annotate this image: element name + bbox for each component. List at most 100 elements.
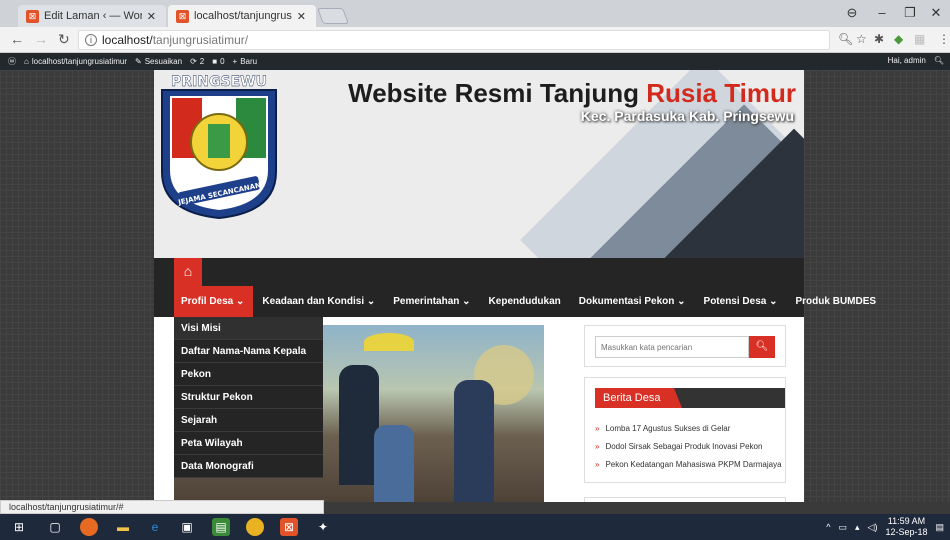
bookmark-star-icon[interactable]: ☆ (856, 32, 867, 46)
new-label: Baru (240, 57, 258, 66)
zoom-icon[interactable]: 🔍︎ (838, 32, 853, 46)
new-tab-button[interactable] (317, 8, 349, 24)
search-widget: 🔍︎ (584, 325, 786, 367)
menu-item-kependudukan[interactable]: Kependudukan (480, 286, 570, 317)
edge-icon[interactable]: e (146, 518, 164, 536)
updates-link[interactable]: ⟳ 2 (190, 57, 204, 66)
tab-localhost[interactable]: ⊠ localhost/tanjungrusiati ✕ (168, 5, 316, 27)
menu-dots-icon[interactable]: ⋮ (938, 32, 950, 46)
close-window-button[interactable]: ✕ (924, 5, 948, 21)
news-list: » Lomba 17 Agustus Sukses di Gelar » Dodol… (595, 420, 785, 474)
page-viewport: PRINGSEWU JEJAMA SECANCANAN Website Resm… (0, 70, 950, 502)
admin-site-link[interactable]: ⌂ localhost/tanjungrusiatimur (24, 57, 127, 66)
battery-icon[interactable]: ▭ (838, 522, 847, 533)
clock[interactable]: 11:59 AM 12-Sep-18 (885, 516, 927, 538)
app-tool-icon[interactable]: ✦ (314, 518, 332, 536)
address-toolbar: ← → ↻ i localhost/tanjungrusiatimur/ 🔍︎ … (0, 27, 950, 53)
firefox-icon[interactable] (80, 518, 98, 536)
news-item[interactable]: » Pekon Kedatangan Mahasiswa PKPM Darmaja… (595, 456, 785, 474)
menu-items: Profil Desa ⌄ Keadaan dan Kondisi ⌄ Peme… (174, 286, 885, 317)
app-icon[interactable]: ▤ (212, 518, 230, 536)
comment-icon: ■ (212, 57, 218, 66)
minimize-button[interactable]: – (870, 5, 894, 20)
menu-item-profil-desa[interactable]: Profil Desa ⌄ (174, 286, 254, 317)
wp-admin-bar: ⓦ ⌂ localhost/tanjungrusiatimur ✎ Sesuaika… (0, 53, 950, 70)
pringsewu-logo[interactable]: PRINGSEWU JEJAMA SECANCANAN (156, 72, 282, 220)
site-subtitle: Kec. Pardasuka Kab. Pringsewu (580, 108, 794, 124)
site-header: PRINGSEWU JEJAMA SECANCANAN Website Resm… (154, 70, 804, 258)
news-link[interactable]: Dodol Sirsak Sebagai Produk Inovasi Peko… (605, 442, 762, 451)
network-icon[interactable]: ▴ (855, 522, 860, 533)
comments-link[interactable]: ■ 0 (212, 57, 224, 66)
reload-icon[interactable]: ↻ (58, 31, 70, 48)
menu-item-potensi[interactable]: Potensi Desa ⌄ (695, 286, 787, 317)
home-icon[interactable]: ⌂ (174, 258, 202, 286)
widget-title: Berita Desa (595, 388, 684, 408)
site-title[interactable]: Website Resmi Tanjung Rusia Timur (348, 78, 796, 109)
url-path: tanjungrusiatimur/ (152, 33, 249, 47)
url-bar[interactable]: i localhost/tanjungrusiatimur/ (78, 30, 830, 50)
menu-item-pemerintahan[interactable]: Pemerintahan ⌄ (384, 286, 479, 317)
customize-label: Sesuaikan (144, 57, 183, 66)
extension-gray-icon[interactable]: ▦ (914, 32, 925, 46)
volume-icon[interactable]: ◁) (868, 522, 878, 533)
browser-titlebar: ⊠ Edit Laman ‹ — WordPre ✕ ⊠ localhost/t… (0, 0, 950, 27)
back-arrow-icon[interactable]: ← (10, 31, 24, 47)
system-tray: ^ ▭ ▴ ◁) 11:59 AM 12-Sep-18 ▤ (826, 516, 944, 538)
close-tab-icon[interactable]: ✕ (147, 10, 156, 23)
windows-taskbar: ⊞ ▢ ▬ e ▣ ▤ ⊠ ✦ ^ ▭ ▴ ◁) 11:59 AM 12-Sep… (0, 514, 950, 540)
search-button[interactable]: 🔍︎ (749, 336, 775, 358)
notification-icon[interactable]: ▤ (935, 522, 944, 533)
dropdown-item-daftar-kepala[interactable]: Daftar Nama-Nama Kepala (174, 340, 323, 363)
plus-icon: + (232, 57, 238, 66)
windows-start-icon[interactable]: ⊞ (10, 518, 28, 536)
sidebar: 🔍︎ Berita Desa » Lomba 17 Agustus Sukses … (584, 325, 786, 502)
site-favicon-icon: ⊠ (176, 9, 189, 23)
info-icon[interactable]: i (85, 34, 97, 46)
menu-item-keadaan[interactable]: Keadaan dan Kondisi ⌄ (253, 286, 384, 317)
clock-time: 11:59 AM (887, 516, 926, 526)
search-input[interactable] (595, 336, 749, 358)
updates-icon: ⟳ (190, 57, 197, 66)
dropdown-item-struktur[interactable]: Struktur Pekon (174, 386, 323, 409)
dropdown-item-peta[interactable]: Peta Wilayah (174, 432, 323, 455)
menu-item-dokumentasi[interactable]: Dokumentasi Pekon ⌄ (570, 286, 695, 317)
dropdown-item-monografi[interactable]: Data Monografi (174, 455, 323, 478)
wordpress-logo-icon[interactable]: ⓦ (8, 56, 16, 67)
news-link[interactable]: Pekon Kedatangan Mahasiswa PKPM Darmajay… (605, 460, 781, 469)
menu-item-bumdes[interactable]: Produk BUMDES (787, 286, 886, 317)
main-navigation: ⌂ Profil Desa ⌄ Keadaan dan Kondisi ⌄ Pe… (154, 258, 876, 317)
extension-leaf-icon[interactable]: ◆ (894, 32, 903, 46)
extension-icon[interactable]: ✱ (874, 32, 884, 46)
home-icon: ⌂ (24, 57, 29, 66)
dropdown-item-sejarah[interactable]: Sejarah (174, 409, 323, 432)
task-view-icon[interactable]: ▢ (46, 518, 64, 536)
chevron-right-icon: » (595, 424, 600, 433)
customize-link[interactable]: ✎ Sesuaikan (135, 57, 182, 66)
dropdown-item-pekon[interactable]: Pekon (174, 363, 323, 386)
tab-title: Edit Laman ‹ — WordPre (44, 10, 142, 22)
tray-chevron-icon[interactable]: ^ (826, 522, 830, 532)
news-link[interactable]: Lomba 17 Agustus Sukses di Gelar (605, 424, 730, 433)
dropdown-item-visi-misi[interactable]: Visi Misi (174, 317, 323, 340)
tab-edit-laman[interactable]: ⊠ Edit Laman ‹ — WordPre ✕ (18, 5, 166, 27)
store-icon[interactable]: ▣ (178, 518, 196, 536)
news-item[interactable]: » Dodol Sirsak Sebagai Produk Inovasi Pek… (595, 438, 785, 456)
widget-header: Berita Desa (595, 388, 785, 408)
news-item[interactable]: » Lomba 17 Agustus Sukses di Gelar (595, 420, 785, 438)
chevron-right-icon: » (595, 460, 600, 469)
profile-icon[interactable]: ⊖ (840, 5, 864, 21)
close-tab-icon[interactable]: ✕ (297, 10, 306, 23)
photo-detail (374, 425, 414, 502)
new-content-link[interactable]: + Baru (233, 57, 258, 66)
search-icon[interactable]: 🔍︎ (934, 56, 944, 65)
updates-count: 2 (199, 57, 205, 66)
forward-arrow-icon[interactable]: → (34, 31, 48, 47)
chrome-icon[interactable] (246, 518, 264, 536)
xampp-icon[interactable]: ⊠ (280, 518, 298, 536)
logo-text: PRINGSEWU (171, 74, 267, 90)
chevron-right-icon: » (595, 442, 600, 451)
file-explorer-icon[interactable]: ▬ (114, 518, 132, 536)
account-menu[interactable]: Hai, admin (888, 56, 926, 65)
maximize-button[interactable]: ❐ (898, 5, 922, 21)
